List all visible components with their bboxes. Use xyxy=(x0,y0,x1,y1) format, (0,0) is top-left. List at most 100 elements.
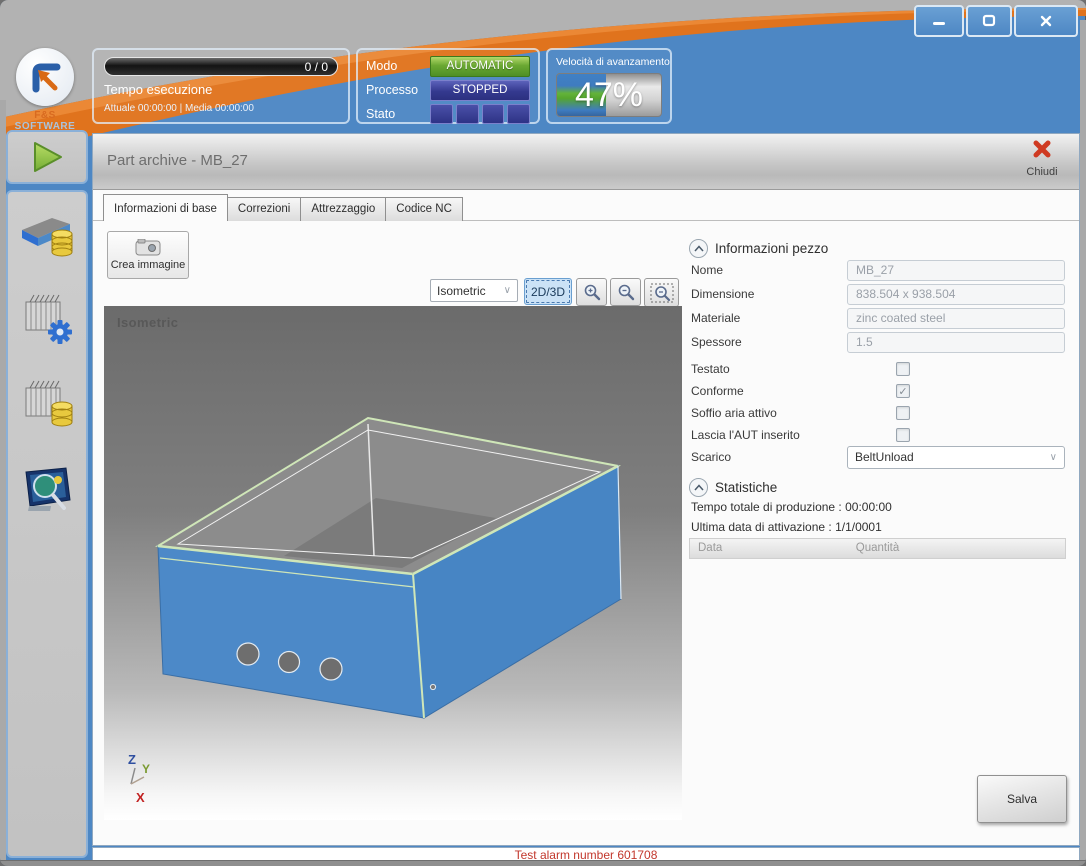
svg-text:Y: Y xyxy=(142,762,150,776)
window-frame xyxy=(0,100,6,866)
field-label: Materiale xyxy=(691,311,847,325)
app-window: F&S SOFTWARE 0 / 0 Tempo esecuzione Attu… xyxy=(0,0,1086,866)
sidebar-item-part-unload[interactable] xyxy=(18,208,76,265)
play-icon xyxy=(25,138,69,176)
brand-text: F&S SOFTWARE xyxy=(4,110,86,132)
part-3d-model xyxy=(104,306,682,820)
maximize-icon xyxy=(982,14,996,28)
check-row-soffio-aria: Soffio aria attivo xyxy=(691,402,1065,424)
processo-label: Processo xyxy=(366,83,430,97)
check-row-testato: Testato xyxy=(691,358,1065,380)
scarico-select-value: BeltUnload xyxy=(855,450,914,464)
window-frame xyxy=(0,860,1086,866)
processo-value-badge: STOPPED xyxy=(430,80,530,101)
stato-cell xyxy=(507,104,530,124)
materiale-input[interactable]: zinc coated steel xyxy=(847,308,1065,329)
modo-value-badge: AUTOMATIC xyxy=(430,56,530,77)
tab-informazioni-di-base[interactable]: Informazioni di base xyxy=(103,194,228,221)
feed-rate-panel: Velocità di avanzamento 47% xyxy=(546,48,672,124)
stato-indicator-cells xyxy=(430,104,530,124)
view-2d3d-toggle-button[interactable]: 2D/3D xyxy=(524,278,572,305)
part-unload-icon xyxy=(18,208,76,260)
svg-text:Z: Z xyxy=(128,752,136,767)
dimensione-input[interactable]: 838.504 x 938.504 xyxy=(847,284,1065,305)
testato-checkbox[interactable] xyxy=(896,362,910,376)
tab-correzioni[interactable]: Correzioni xyxy=(227,197,301,221)
create-image-button[interactable]: Crea immagine xyxy=(107,231,189,279)
machine-state-panel: Modo AUTOMATIC Processo STOPPED Stato xyxy=(356,48,540,124)
zoom-out-button[interactable] xyxy=(610,278,641,306)
app-logo xyxy=(16,48,74,106)
info-collapse-button[interactable] xyxy=(689,239,708,258)
nome-input[interactable]: MB_27 xyxy=(847,260,1065,281)
execution-progressbar: 0 / 0 xyxy=(104,57,338,76)
spessore-input[interactable]: 1.5 xyxy=(847,332,1065,353)
stato-label: Stato xyxy=(366,107,430,121)
close-red-icon xyxy=(1031,139,1053,159)
soffio-aria-checkbox[interactable] xyxy=(896,406,910,420)
execution-detail: Attuale 00:00:00 | Media 00:00:00 xyxy=(104,103,338,114)
axis-triad-icon: Z Y X xyxy=(122,750,168,808)
feed-rate-value: 47% xyxy=(557,74,661,116)
camera-icon xyxy=(135,239,161,256)
field-row-nome: Nome MB_27 xyxy=(691,259,1065,281)
feed-rate-bar: 47% xyxy=(556,73,662,117)
panel-close-button[interactable]: Chiudi xyxy=(1019,139,1065,178)
tabstrip: Informazioni di base Correzioni Attrezza… xyxy=(103,190,462,221)
viewport-view-label: Isometric xyxy=(117,315,178,330)
stats-section-header: Statistiche xyxy=(689,478,777,496)
diagnostics-icon xyxy=(18,464,76,516)
scarico-select[interactable]: BeltUnload ∨ xyxy=(847,446,1065,469)
field-label: Nome xyxy=(691,263,847,277)
start-cycle-button[interactable] xyxy=(6,130,88,184)
check-row-conforme: Conforme xyxy=(691,380,1065,402)
create-image-label: Crea immagine xyxy=(111,259,186,271)
check-label: Lascia l'AUT inserito xyxy=(691,428,896,442)
chevron-up-icon xyxy=(694,484,704,491)
zoom-fit-icon xyxy=(650,283,674,303)
chevron-up-icon xyxy=(694,245,704,252)
zoom-in-button[interactable] xyxy=(576,278,607,306)
view-select-value: Isometric xyxy=(437,284,486,298)
window-frame xyxy=(1080,20,1086,866)
stats-col-quantita: Quantità xyxy=(690,542,1065,554)
info-section-title: Informazioni pezzo xyxy=(715,241,828,256)
lascia-aut-checkbox[interactable] xyxy=(896,428,910,442)
tab-attrezzaggio[interactable]: Attrezzaggio xyxy=(300,197,386,221)
model-viewport[interactable]: Isometric xyxy=(104,306,682,820)
check-label: Conforme xyxy=(691,384,896,398)
field-label: Dimensione xyxy=(691,287,847,301)
check-label: Soffio aria attivo xyxy=(691,406,896,420)
tab-codice-nc[interactable]: Codice NC xyxy=(385,197,463,221)
tool-setup-icon xyxy=(18,292,76,344)
save-button[interactable]: Salva xyxy=(977,775,1067,823)
conforme-checkbox[interactable] xyxy=(896,384,910,398)
brand-prefix: F&S xyxy=(34,110,56,121)
maximize-button[interactable] xyxy=(966,5,1012,37)
stato-cell xyxy=(482,104,505,124)
stats-table-header: Data Quantità xyxy=(689,538,1066,559)
minimize-icon xyxy=(932,14,946,28)
sidebar-item-tool-archive[interactable] xyxy=(18,378,76,435)
modo-label: Modo xyxy=(366,59,430,73)
tool-archive-icon xyxy=(18,378,76,430)
field-row-materiale: Materiale zinc coated steel xyxy=(691,307,1065,329)
stato-cell xyxy=(456,104,479,124)
zoom-fit-button[interactable] xyxy=(644,278,679,307)
field-row-spessore: Spessore 1.5 xyxy=(691,331,1065,353)
view-select[interactable]: Isometric ∨ xyxy=(430,279,518,302)
zoom-out-icon xyxy=(617,283,635,301)
part-archive-panel: Part archive - MB_27 Chiudi Informazioni… xyxy=(92,133,1080,846)
svg-text:X: X xyxy=(136,790,145,805)
scarico-label: Scarico xyxy=(691,450,847,464)
sidebar-item-diagnostics[interactable] xyxy=(18,464,76,521)
field-row-scarico: Scarico BeltUnload ∨ xyxy=(691,446,1065,468)
stats-line-production-time: Tempo totale di produzione : 00:00:00 xyxy=(691,500,892,514)
stats-section-title: Statistiche xyxy=(715,480,777,495)
zoom-in-icon xyxy=(583,283,601,301)
close-button[interactable] xyxy=(1014,5,1078,37)
stats-collapse-button[interactable] xyxy=(689,478,708,497)
minimize-button[interactable] xyxy=(914,5,964,37)
sidebar-item-tool-setup[interactable] xyxy=(18,292,76,349)
stats-line-last-activation: Ultima data di attivazione : 1/1/0001 xyxy=(691,520,882,534)
